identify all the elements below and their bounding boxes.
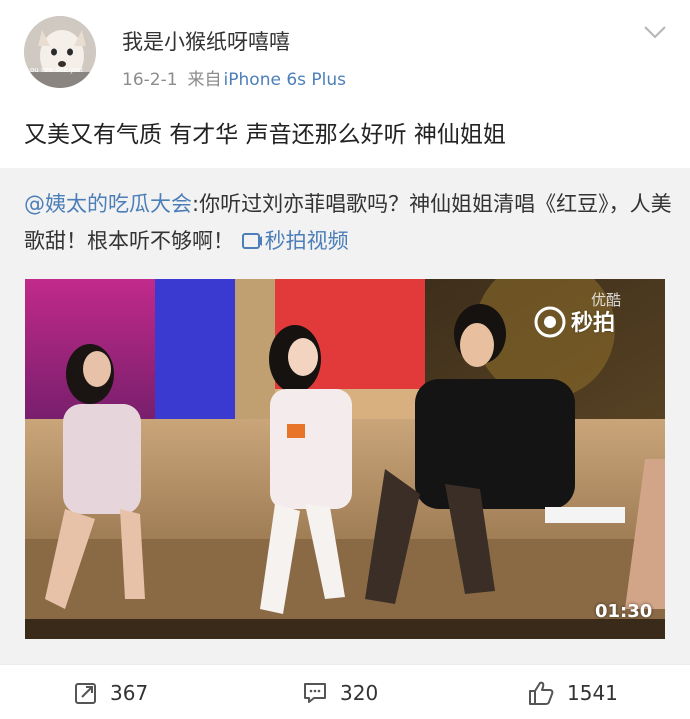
- video-link[interactable]: 秒拍视频: [241, 229, 349, 253]
- comment-count: 320: [340, 681, 379, 705]
- video-player[interactable]: 优酷 秒拍 01:30: [25, 279, 665, 639]
- video-link-label: 秒拍视频: [264, 229, 349, 253]
- post-header: ou see see you 我是小猴纸呀嘻嘻 16-2-1 来自 iPhone 6…: [0, 0, 690, 100]
- post-text: 又美又有气质 有才华 声音还那么好听 神仙姐姐: [24, 122, 506, 148]
- avatar-caption: ou see see you: [30, 66, 83, 74]
- action-bar: 367 320 1541: [0, 664, 690, 719]
- retweet-text-block: @姨太的吃瓜大会:你听过刘亦菲唱歌吗？神仙姐姐清唱《红豆》，人美歌甜！根本听不够…: [24, 186, 674, 260]
- post-date: 16-2-1: [122, 70, 178, 90]
- source-prefix: 来自: [187, 70, 222, 90]
- post-meta: 16-2-1 来自 iPhone 6s Plus: [122, 65, 346, 90]
- repost-icon: [75, 683, 96, 704]
- miaopai-logo-icon: [534, 306, 566, 338]
- video-duration: 01:30: [595, 601, 653, 622]
- source-device[interactable]: iPhone 6s Plus: [224, 70, 346, 90]
- username[interactable]: 我是小猴纸呀嘻嘻: [122, 26, 290, 56]
- video-watermark-label: 秒拍: [571, 311, 616, 336]
- repost-count: 367: [110, 681, 149, 705]
- like-button[interactable]: 1541: [527, 679, 618, 707]
- comment-icon: [304, 683, 326, 703]
- video-watermark: 秒拍: [533, 305, 615, 339]
- video-link-icon: [241, 233, 262, 249]
- avatar-image: [24, 16, 96, 88]
- like-count: 1541: [567, 681, 618, 705]
- like-icon: [529, 681, 554, 705]
- repost-button[interactable]: 367: [74, 679, 148, 707]
- retweet-mention[interactable]: @姨太的吃瓜大会: [24, 192, 192, 216]
- comment-button[interactable]: 320: [302, 679, 378, 707]
- avatar[interactable]: ou see see you: [24, 16, 96, 88]
- retweet-card[interactable]: @姨太的吃瓜大会:你听过刘亦菲唱歌吗？神仙姐姐清唱《红豆》，人美歌甜！根本听不够…: [0, 168, 690, 664]
- chevron-down-icon[interactable]: [642, 24, 668, 40]
